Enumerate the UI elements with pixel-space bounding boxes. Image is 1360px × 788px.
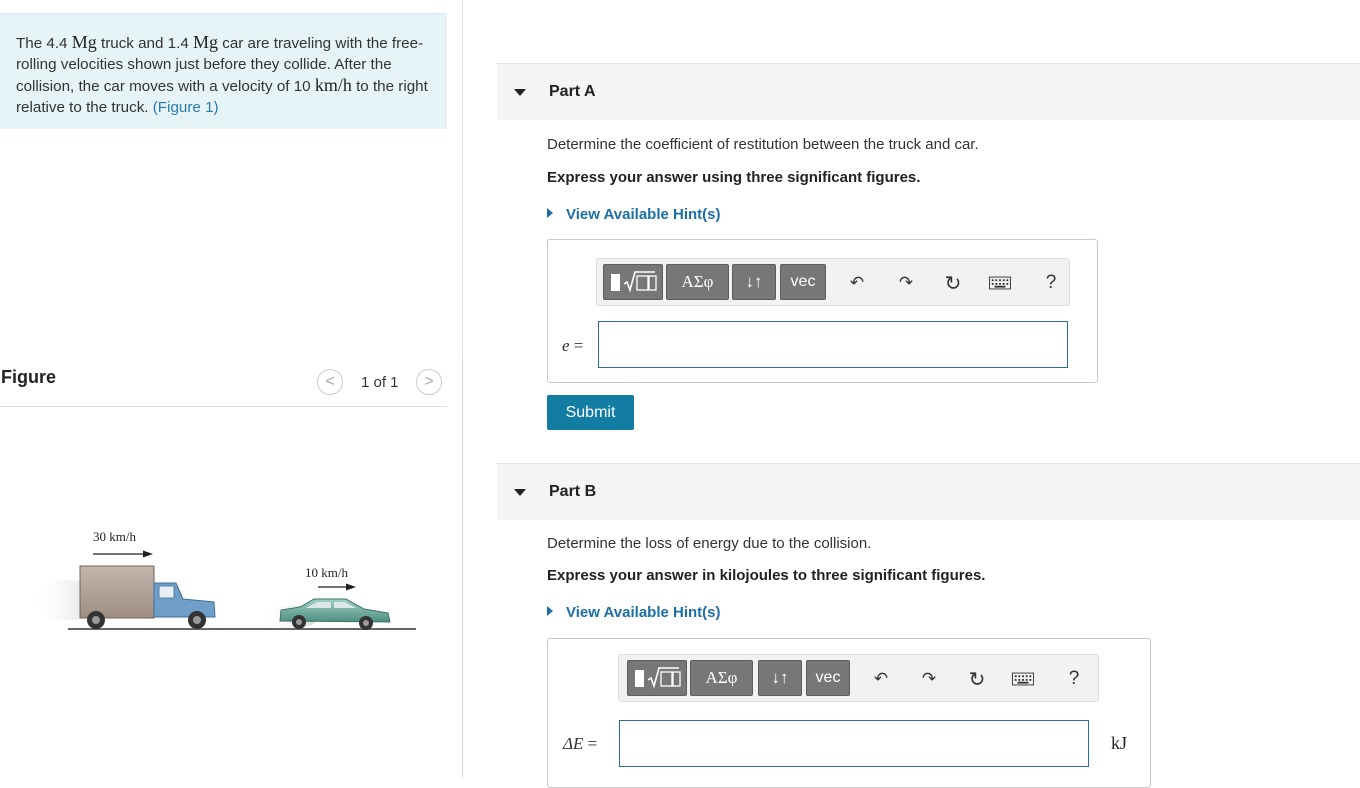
part-a-instruction: Express your answer using three signific… [547,169,921,186]
panel-divider-top [462,0,463,358]
undo-icon[interactable]: ↶ [870,668,892,690]
part-a-math-toolbar: ΑΣφ ↓↑ vec ↶ ↷ ↻ ? [596,258,1070,306]
redo-icon[interactable]: ↷ [918,668,940,690]
part-a-answer-input[interactable] [598,321,1068,368]
part-b-answer-input[interactable] [619,720,1089,767]
keyboard-icon[interactable] [1012,668,1034,690]
arrows-button[interactable]: ↓↑ [758,660,802,696]
part-b-header[interactable]: Part B [497,463,1360,520]
problem-text: The 4.4 Mg truck and 1.4 Mg car are trav… [16,32,428,116]
submit-button[interactable]: Submit [547,395,634,430]
keyboard-icon[interactable] [989,272,1011,294]
help-icon[interactable]: ? [1040,272,1062,294]
part-b-variable-label: ΔE = [563,734,598,753]
truck-velocity-label: 30 km/h [93,529,136,544]
figure-title: Figure [1,367,57,387]
chevron-left-icon: < [325,373,335,390]
help-icon[interactable]: ? [1063,668,1085,690]
figure-page-count: 1 of 1 [361,374,399,391]
part-a-variable-label: e = [562,336,584,355]
redo-icon[interactable]: ↷ [895,272,917,294]
part-a-hint-toggle[interactable]: View Available Hint(s) [547,206,721,223]
collapse-caret-icon [514,489,526,496]
greek-letters-button[interactable]: ΑΣφ [666,264,729,300]
templates-button[interactable] [603,264,663,300]
truck-velocity-arrow [93,550,153,558]
part-a-title: Part A [549,83,596,100]
vec-button[interactable]: vec [780,264,826,300]
undo-icon[interactable]: ↶ [846,272,868,294]
part-b-math-toolbar: ΑΣφ ↓↑ vec ↶ ↷ ↻ ? [618,654,1099,702]
chevron-right-icon: > [424,373,434,390]
reset-icon[interactable]: ↻ [966,668,988,691]
part-b-title: Part B [549,483,597,500]
part-b-units: kJ [1111,733,1128,753]
greek-letters-button[interactable]: ΑΣφ [690,660,753,696]
figure-next-button[interactable]: > [416,369,442,395]
car [279,598,391,630]
collapse-caret-icon [514,89,526,96]
figure-link[interactable]: (Figure 1) [153,99,219,116]
truck [79,565,216,629]
part-b-hint-toggle[interactable]: View Available Hint(s) [547,604,721,621]
figure-prev-button[interactable]: < [317,369,343,395]
expand-triangle-icon [547,606,553,616]
part-a-question: Determine the coefficient of restitution… [547,136,979,153]
car-velocity-arrow [318,583,356,591]
part-b-instruction: Express your answer in kilojoules to thr… [547,567,986,584]
expand-triangle-icon [547,208,553,218]
templates-icon [611,271,657,293]
templates-button[interactable] [627,660,687,696]
part-b-question: Determine the loss of energy due to the … [547,535,872,552]
figure-illustration: 30 km/h 10 km/h [32,529,416,630]
vec-button[interactable]: vec [806,660,850,696]
reset-icon[interactable]: ↻ [942,272,964,295]
part-a-answer-box: ΑΣφ ↓↑ vec ↶ ↷ ↻ ? e = [547,239,1098,383]
problem-statement: The 4.4 Mg truck and 1.4 Mg car are trav… [0,13,447,129]
templates-icon [635,667,681,689]
panel-divider [462,358,463,777]
arrows-button[interactable]: ↓↑ [732,264,776,300]
part-b-answer-box: ΑΣφ ↓↑ vec ↶ ↷ ↻ ? ΔE = kJ [547,638,1151,788]
figure-divider [0,406,447,407]
part-a-header[interactable]: Part A [497,63,1360,120]
car-velocity-label: 10 km/h [305,565,348,580]
